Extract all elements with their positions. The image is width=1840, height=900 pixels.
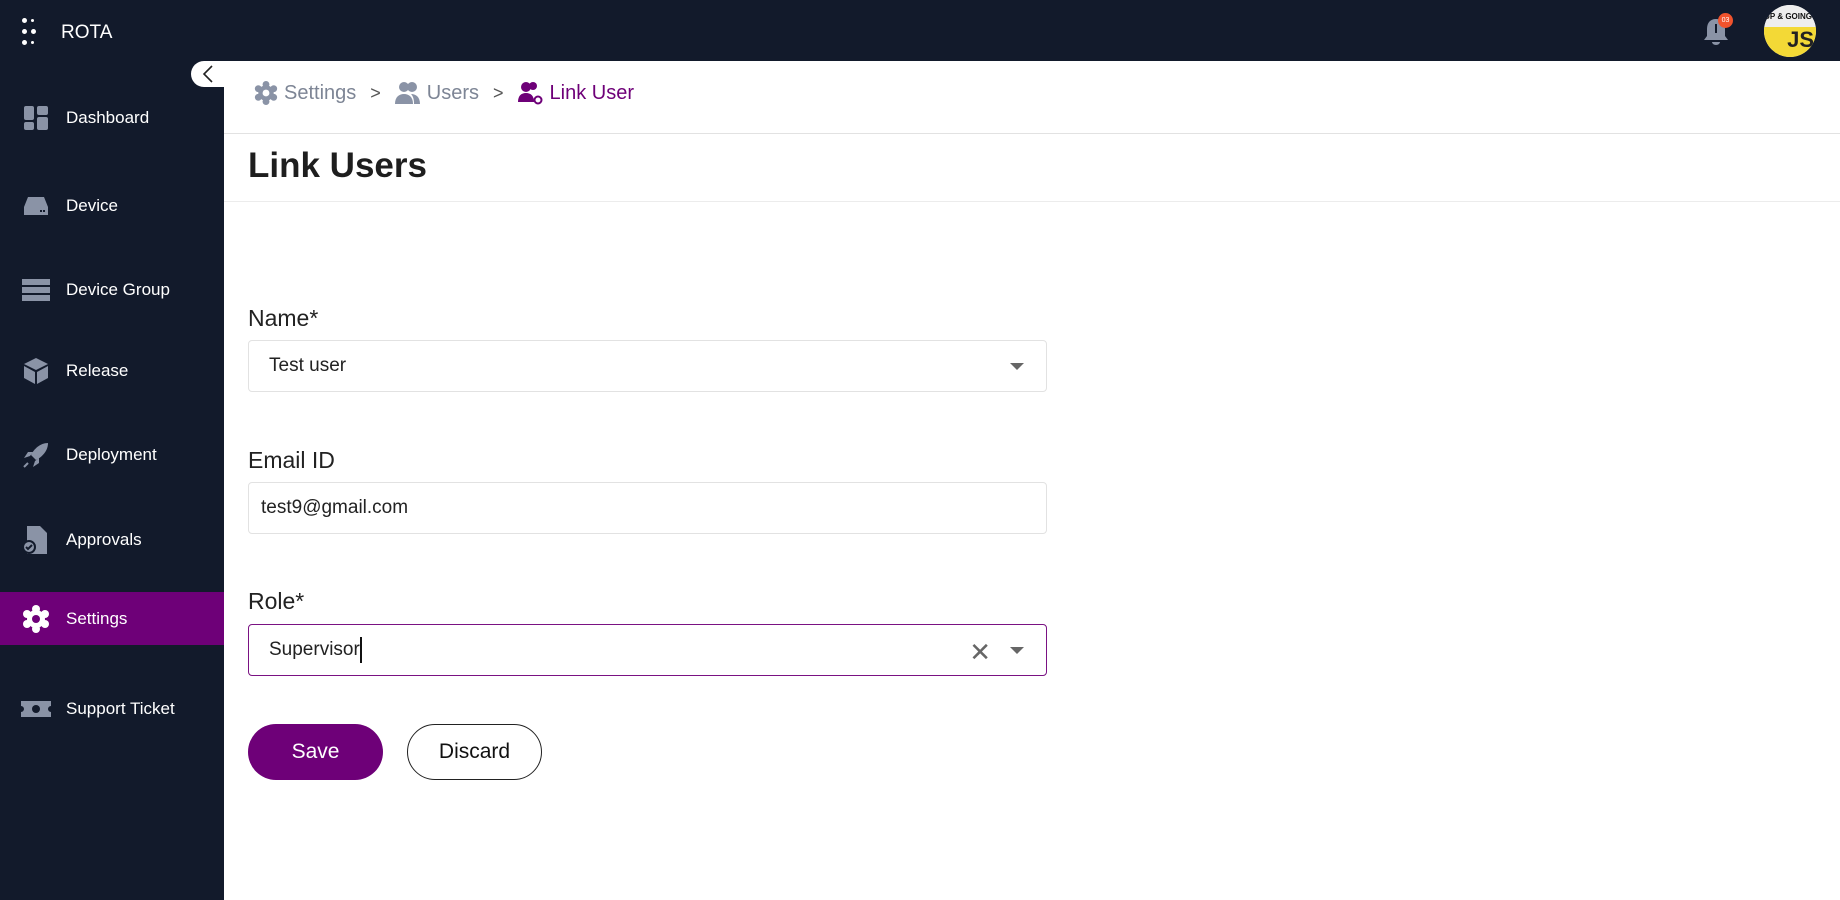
caret-down-icon[interactable] — [1010, 363, 1024, 370]
sidebar-item-label: Approvals — [66, 529, 142, 549]
sidebar-collapse-button[interactable] — [191, 61, 224, 87]
sidebar-item-device[interactable]: Device — [0, 179, 224, 232]
app-title: ROTA — [61, 22, 113, 43]
rocket-icon — [21, 442, 51, 468]
sidebar-item-label: Device — [66, 195, 118, 215]
sidebar-item-support-ticket[interactable]: Support Ticket — [0, 682, 224, 735]
notification-badge: 03 — [1718, 13, 1733, 28]
device-icon — [21, 193, 51, 219]
app-logo-icon[interactable] — [22, 18, 42, 48]
gear-icon — [21, 604, 51, 633]
email-value: test9@gmail.com — [261, 497, 409, 518]
caret-down-icon[interactable] — [1010, 647, 1024, 654]
text-cursor — [359, 637, 362, 663]
breadcrumb: Settings > Users > Link User — [254, 81, 634, 105]
page-title: Link Users — [248, 146, 427, 185]
email-label: Email ID — [248, 447, 335, 473]
name-value: Test user — [269, 355, 347, 376]
breadcrumb-users[interactable]: Users — [427, 82, 479, 105]
approvals-icon — [21, 525, 51, 554]
chevron-right-icon: > — [493, 82, 504, 103]
users-icon — [394, 82, 420, 104]
device-group-icon — [21, 277, 51, 303]
sidebar-item-settings[interactable]: Settings — [0, 592, 224, 645]
ticket-icon — [21, 696, 51, 722]
sidebar-item-label: Release — [66, 360, 129, 380]
breadcrumb-settings[interactable]: Settings — [284, 82, 356, 105]
sidebar-item-deployment[interactable]: Deployment — [0, 428, 224, 481]
avatar[interactable]: UP & GOING JS — [1764, 5, 1816, 57]
link-user-icon — [517, 82, 543, 105]
email-field[interactable]: test9@gmail.com — [248, 482, 1047, 534]
sidebar-item-label: Deployment — [66, 444, 157, 464]
role-label: Role* — [248, 588, 305, 614]
top-bar: ROTA 03 UP & GOING JS — [0, 0, 1840, 61]
discard-button[interactable]: Discard — [407, 724, 542, 780]
divider — [224, 201, 1840, 202]
package-icon — [21, 357, 51, 384]
breadcrumb-link-user: Link User — [549, 81, 635, 104]
role-select[interactable]: Supervisor ✕ — [248, 624, 1047, 676]
sidebar-item-approvals[interactable]: Approvals — [0, 513, 224, 566]
clear-icon[interactable]: ✕ — [969, 637, 991, 668]
save-button[interactable]: Save — [248, 724, 383, 780]
sidebar-item-label: Device Group — [66, 279, 170, 299]
sidebar-item-label: Dashboard — [66, 107, 150, 127]
name-select[interactable]: Test user — [248, 340, 1047, 392]
sidebar: Dashboard Device Device Group Release De… — [0, 61, 224, 900]
sidebar-item-label: Support Ticket — [66, 698, 175, 718]
sidebar-item-release[interactable]: Release — [0, 344, 224, 397]
dashboard-icon — [21, 105, 51, 131]
sidebar-item-device-group[interactable]: Device Group — [0, 263, 224, 316]
sidebar-item-dashboard[interactable]: Dashboard — [0, 91, 224, 144]
name-label: Name* — [248, 305, 319, 331]
gear-icon — [254, 81, 278, 105]
chevron-right-icon: > — [370, 82, 381, 103]
main-content: Settings > Users > Link User Link Users … — [224, 61, 1840, 900]
chevron-left-icon — [202, 65, 213, 83]
role-value: Supervisor — [269, 639, 360, 660]
sidebar-item-label: Settings — [66, 608, 128, 628]
divider — [224, 133, 1840, 134]
